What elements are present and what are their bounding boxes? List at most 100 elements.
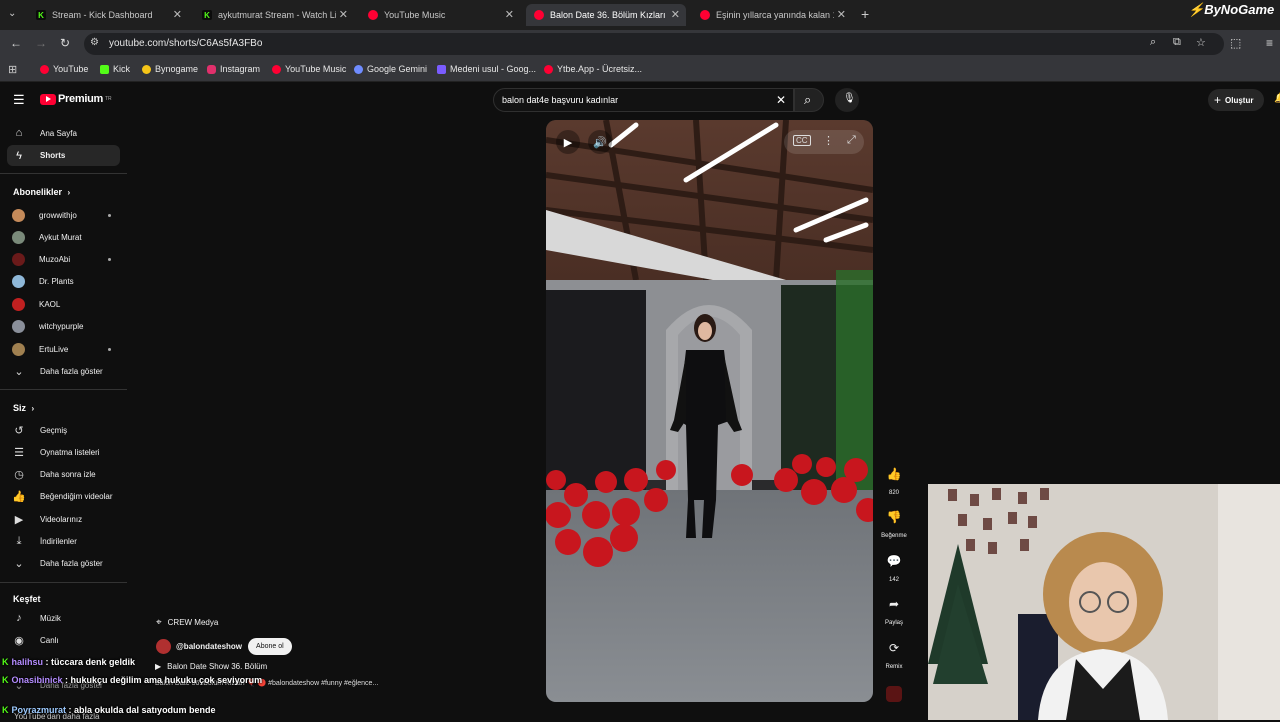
sidebar-item-watch-later[interactable]: ◷ Daha sonra izle (12, 464, 95, 484)
live-icon: ◉ (14, 634, 24, 647)
tab-esinin[interactable]: Eşinin yıllarca yanında kalan 19 ✕ (692, 4, 852, 26)
youtube-premium-logo[interactable]: Premium TR (40, 93, 112, 105)
address-bar[interactable]: ⚙ youtube.com/shorts/C6As5fA3FBo ⌕ ⧉ ☆ (84, 33, 1224, 55)
tab-youtube-music[interactable]: YouTube Music ✕ (360, 4, 520, 26)
new-tab-button[interactable]: + (861, 6, 869, 22)
sidebar-item-home[interactable]: ⌂ Ana Sayfa (12, 123, 77, 143)
search-icon: ⌕ (804, 92, 812, 107)
shorts-player[interactable]: ▶ 🔊 CC ⋮ ⤢ (546, 120, 873, 702)
close-icon[interactable]: ✕ (173, 8, 182, 21)
avatar (12, 319, 25, 333)
zoom-icon[interactable]: ⌕ (1150, 36, 1156, 49)
bookmark-star-icon[interactable]: ☆ (1196, 36, 1206, 49)
short-location[interactable]: ⌖ CREW Medya (156, 617, 218, 628)
comment-icon[interactable]: 💬 (881, 548, 907, 574)
bookmark-youtube-music[interactable]: YouTube Music (272, 64, 346, 74)
install-app-icon[interactable]: ⧉ (1173, 36, 1181, 49)
sidebar-item-growwithjo[interactable]: growwithjo (12, 205, 77, 225)
chat-separator: : (62, 675, 71, 685)
sidebar-show-more-subs[interactable]: ⌄ Daha fazla göster (12, 361, 102, 381)
sidebar-item-shorts[interactable]: ϟ Shorts (7, 145, 120, 166)
avatar (12, 252, 25, 266)
bookmark-medeni-usul[interactable]: Medeni usul - Goog... (437, 64, 536, 74)
sound-thumbnail[interactable] (886, 686, 902, 702)
sidebar-item-witchypurple[interactable]: witchypurple (12, 316, 83, 336)
notifications-icon[interactable]: 🔔 (1274, 93, 1280, 104)
bookmark-google-gemini[interactable]: Google Gemini (354, 64, 427, 74)
close-icon[interactable]: ✕ (505, 8, 514, 21)
sidebar-item-live[interactable]: ◉ Canlı (12, 630, 59, 650)
search-input[interactable]: balon dat4e başvuru kadınlar (502, 95, 618, 105)
sidebar-show-more-you[interactable]: ⌄ Daha fazla göster (12, 553, 102, 573)
home-icon: ⌂ (15, 127, 23, 139)
sidebar-item-downloads[interactable]: ⤓ İndirilenler (12, 531, 77, 551)
search-box[interactable]: balon dat4e başvuru kadınlar ✕ (493, 88, 794, 112)
forward-icon[interactable]: → (35, 36, 47, 50)
chat-username: Poyrazmurat (11, 705, 67, 715)
remix-action[interactable]: ⟳ Remix (880, 635, 908, 670)
more-options-icon[interactable]: ⋮ (823, 134, 834, 147)
close-icon[interactable]: ✕ (339, 8, 348, 21)
remix-icon[interactable]: ⟳ (881, 635, 907, 661)
sidebar-item-history[interactable]: ↺ Geçmiş (12, 420, 67, 440)
back-icon[interactable]: ← (10, 36, 22, 50)
tab-aykutmurat-stream[interactable]: K aykutmurat Stream - Watch Liv ✕ (194, 4, 354, 26)
hamburger-menu-icon[interactable]: ☰ (13, 92, 25, 108)
bookmark-ytbe-app[interactable]: Ytbe.App - Ücretsiz... (544, 64, 642, 74)
sidebar-item-kaol[interactable]: KAOL (12, 294, 60, 314)
sidebar-item-playlists[interactable]: ☰ Oynatma listeleri (12, 442, 100, 462)
like-action[interactable]: 👍 820 (880, 461, 908, 496)
channel-avatar[interactable] (156, 639, 171, 654)
share-icon[interactable]: ➦ (881, 591, 907, 617)
bookmark-bynogame[interactable]: Bynogame (142, 64, 198, 74)
close-icon[interactable]: ✕ (671, 8, 680, 21)
video-icon: ▶ (14, 513, 24, 526)
instagram-icon (207, 64, 216, 74)
reload-icon[interactable]: ↻ (60, 36, 70, 50)
volume-button[interactable]: 🔊 (588, 130, 612, 154)
sidebar-item-your-videos[interactable]: ▶ Videolarınız (12, 509, 82, 529)
voice-search-button[interactable]: 🎙 (835, 88, 859, 112)
youtube-icon (40, 64, 49, 74)
like-count: 820 (888, 490, 899, 496)
subscriptions-heading[interactable]: Abonelikler › (13, 187, 70, 197)
thumbs-down-icon[interactable]: 👎 (881, 504, 907, 530)
bookmark-instagram[interactable]: Instagram (207, 64, 260, 74)
apps-grid-icon[interactable]: ⊞ (8, 63, 17, 76)
microphone-icon: 🎙 (843, 93, 856, 104)
sidebar-item-ertulive[interactable]: ErtuLive (12, 339, 68, 359)
play-button[interactable]: ▶ (556, 130, 580, 154)
close-icon[interactable]: ✕ (837, 8, 846, 21)
you-heading[interactable]: Siz › (13, 403, 34, 413)
comments-action[interactable]: 💬 142 (880, 548, 908, 583)
sidebar-item-music[interactable]: ♪ Müzik (12, 608, 61, 628)
kick-icon: K (2, 657, 9, 667)
share-action[interactable]: ➦ Paylaş (880, 591, 908, 626)
clear-search-icon[interactable]: ✕ (776, 93, 786, 107)
bookmark-kick[interactable]: Kick (100, 64, 130, 74)
url-text[interactable]: youtube.com/shorts/C6As5fA3FBo (109, 38, 262, 49)
tab-kick-dashboard[interactable]: K Stream - Kick Dashboard ✕ (28, 4, 188, 26)
thumbs-up-icon[interactable]: 👍 (881, 461, 907, 487)
subscribe-button[interactable]: Abone ol (248, 638, 292, 655)
fullscreen-icon[interactable]: ⤢ (847, 134, 856, 147)
search-button[interactable]: ⌕ (794, 88, 824, 112)
side-panel-icon[interactable]: ≡ (1266, 36, 1273, 50)
captions-icon[interactable]: CC (793, 135, 811, 146)
extensions-icon[interactable]: ⬚ (1230, 36, 1241, 50)
short-playlist[interactable]: ▶ Balon Date Show 36. Bölüm (155, 662, 267, 671)
site-info-icon[interactable]: ⚙ (90, 37, 99, 48)
chat-separator: : (66, 705, 75, 715)
channel-handle[interactable]: @balondateshow (176, 642, 242, 651)
tab-search-icon[interactable]: ⌄ (8, 8, 16, 19)
bookmark-youtube[interactable]: YouTube (40, 64, 88, 74)
chat-username: Onasibinick (11, 675, 63, 685)
sidebar-item-muzoabi[interactable]: MuzoAbi (12, 249, 70, 269)
sidebar-item-liked-videos[interactable]: 👍 Beğendiğim videolar (12, 486, 112, 506)
create-button[interactable]: + Oluştur (1208, 89, 1264, 111)
tab-balon-date[interactable]: Balon Date 36. Bölüm Kızları 🎈 ✕ (526, 4, 686, 26)
dislike-action[interactable]: 👎 Beğenme (880, 504, 908, 539)
sidebar-item-aykut-murat[interactable]: Aykut Murat (12, 227, 82, 247)
youtube-masthead: ☰ Premium TR balon dat4e başvuru kadınla… (0, 83, 1280, 117)
sidebar-item-dr-plants[interactable]: Dr. Plants (12, 271, 74, 291)
